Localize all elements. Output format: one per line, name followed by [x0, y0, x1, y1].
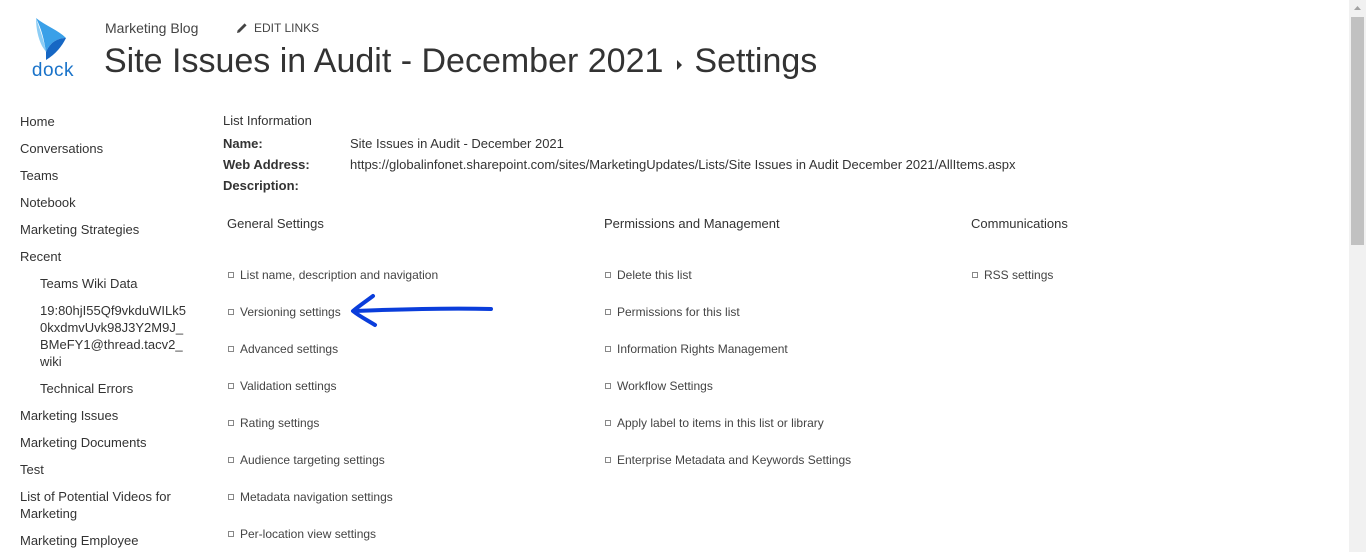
setting-list-name-link[interactable]: List name, description and navigation: [227, 256, 438, 293]
irm-link[interactable]: Information Rights Management: [604, 330, 851, 367]
setting-link-label[interactable]: RSS settings: [984, 268, 1053, 282]
bullet-icon: [605, 308, 611, 315]
setting-per-location-view-link[interactable]: Per-location view settings: [227, 515, 438, 552]
nav-item-marketing-documents[interactable]: Marketing Documents: [20, 434, 190, 451]
list-information-caption: List Information: [223, 113, 312, 128]
dock-logo-icon: [36, 18, 66, 60]
bullet-icon: [228, 308, 234, 315]
edit-links-button[interactable]: EDIT LINKS: [236, 21, 319, 35]
setting-link-label[interactable]: Information Rights Management: [617, 342, 788, 356]
bullet-icon: [228, 382, 234, 389]
nav-item-conversations[interactable]: Conversations: [20, 140, 190, 157]
pencil-icon: [237, 23, 247, 33]
bullet-icon: [605, 345, 611, 352]
nav-item-home[interactable]: Home: [20, 113, 190, 130]
general-settings-heading: General Settings: [227, 216, 324, 231]
setting-link-label[interactable]: Apply label to items in this list or lib…: [617, 416, 824, 430]
description-value: [350, 178, 1016, 199]
communications-section: Communications RSS settings: [971, 216, 1068, 293]
page-title: Site Issues in Audit - December 2021 Set…: [104, 42, 817, 81]
setting-link-label[interactable]: Permissions for this list: [617, 305, 740, 319]
web-address-value: https://globalinfonet.sharepoint.com/sit…: [350, 157, 1016, 172]
permissions-section: Permissions and Management Delete this l…: [604, 216, 851, 478]
nav-item-marketing-strategies[interactable]: Marketing Strategies: [20, 221, 190, 238]
nav-item-recent[interactable]: Recent: [20, 248, 190, 265]
setting-advanced-link[interactable]: Advanced settings: [227, 330, 438, 367]
scroll-up-arrow-icon[interactable]: [1349, 0, 1366, 17]
breadcrumb-arrow-icon: [677, 59, 683, 70]
vertical-scrollbar[interactable]: [1349, 0, 1366, 552]
setting-link-label[interactable]: Advanced settings: [240, 342, 338, 356]
setting-link-label[interactable]: Metadata navigation settings: [240, 490, 393, 504]
arrow-left-annotation-icon: [351, 294, 493, 327]
nav-item-technical-errors[interactable]: Technical Errors: [20, 380, 190, 397]
bullet-icon: [605, 419, 611, 426]
setting-rating-link[interactable]: Rating settings: [227, 404, 438, 441]
setting-link-label[interactable]: List name, description and navigation: [240, 268, 438, 282]
web-address-label: Web Address:: [223, 157, 310, 172]
setting-audience-targeting-link[interactable]: Audience targeting settings: [227, 441, 438, 478]
bullet-icon: [605, 382, 611, 389]
apply-label-link[interactable]: Apply label to items in this list or lib…: [604, 404, 851, 441]
site-logo[interactable]: dock: [28, 16, 78, 82]
scrollbar-thumb[interactable]: [1351, 17, 1364, 245]
enterprise-metadata-link[interactable]: Enterprise Metadata and Keywords Setting…: [604, 441, 851, 478]
rss-settings-link[interactable]: RSS settings: [971, 256, 1068, 293]
setting-metadata-navigation-link[interactable]: Metadata navigation settings: [227, 478, 438, 515]
nav-item-thread-wiki[interactable]: 19:80hjI55Qf9vkduWILk50kxdmvUvk98J3Y2M9J…: [20, 302, 190, 370]
permissions-list-link[interactable]: Permissions for this list: [604, 293, 851, 330]
annotation-arrow: [345, 290, 495, 335]
name-label: Name:: [223, 136, 263, 151]
logo-text: dock: [31, 60, 75, 81]
delete-list-link[interactable]: Delete this list: [604, 256, 851, 293]
setting-link-label[interactable]: Validation settings: [240, 379, 337, 393]
workflow-settings-link[interactable]: Workflow Settings: [604, 367, 851, 404]
bullet-icon: [228, 271, 234, 278]
edit-links-label: EDIT LINKS: [254, 21, 320, 35]
nav-item-test[interactable]: Test: [20, 461, 190, 478]
communications-heading: Communications: [971, 216, 1068, 231]
bullet-icon: [228, 530, 234, 537]
general-settings-section: General Settings List name, description …: [227, 216, 438, 552]
nav-item-marketing-issues[interactable]: Marketing Issues: [20, 407, 190, 424]
bullet-icon: [228, 456, 234, 463]
nav-item-teams-wiki-data[interactable]: Teams Wiki Data: [20, 275, 190, 292]
nav-item-potential-videos[interactable]: List of Potential Videos for Marketing: [20, 488, 190, 522]
breadcrumb-current: Settings: [694, 42, 818, 80]
nav-item-marketing-employee[interactable]: Marketing Employee: [20, 532, 190, 549]
setting-link-label[interactable]: Versioning settings: [240, 305, 341, 319]
permissions-heading: Permissions and Management: [604, 216, 780, 231]
bullet-icon: [228, 419, 234, 426]
bullet-icon: [228, 345, 234, 352]
description-label: Description:: [223, 178, 299, 193]
breadcrumb-list-link[interactable]: Site Issues in Audit - December 2021: [104, 42, 663, 81]
list-information-table: Name: Site Issues in Audit - December 20…: [223, 136, 1016, 199]
setting-link-label[interactable]: Rating settings: [240, 416, 319, 430]
bullet-icon: [972, 271, 978, 278]
site-name-link[interactable]: Marketing Blog: [105, 20, 198, 36]
bullet-icon: [605, 456, 611, 463]
bullet-icon: [605, 271, 611, 278]
name-value: Site Issues in Audit - December 2021: [350, 136, 564, 151]
left-navigation: Home Conversations Teams Notebook Market…: [20, 113, 190, 559]
setting-link-label[interactable]: Delete this list: [617, 268, 692, 282]
setting-link-label[interactable]: Per-location view settings: [240, 527, 376, 541]
setting-validation-link[interactable]: Validation settings: [227, 367, 438, 404]
setting-link-label[interactable]: Audience targeting settings: [240, 453, 385, 467]
setting-link-label[interactable]: Workflow Settings: [617, 379, 713, 393]
nav-item-teams[interactable]: Teams: [20, 167, 190, 184]
nav-item-notebook[interactable]: Notebook: [20, 194, 190, 211]
bullet-icon: [228, 493, 234, 500]
setting-link-label[interactable]: Enterprise Metadata and Keywords Setting…: [617, 453, 851, 467]
